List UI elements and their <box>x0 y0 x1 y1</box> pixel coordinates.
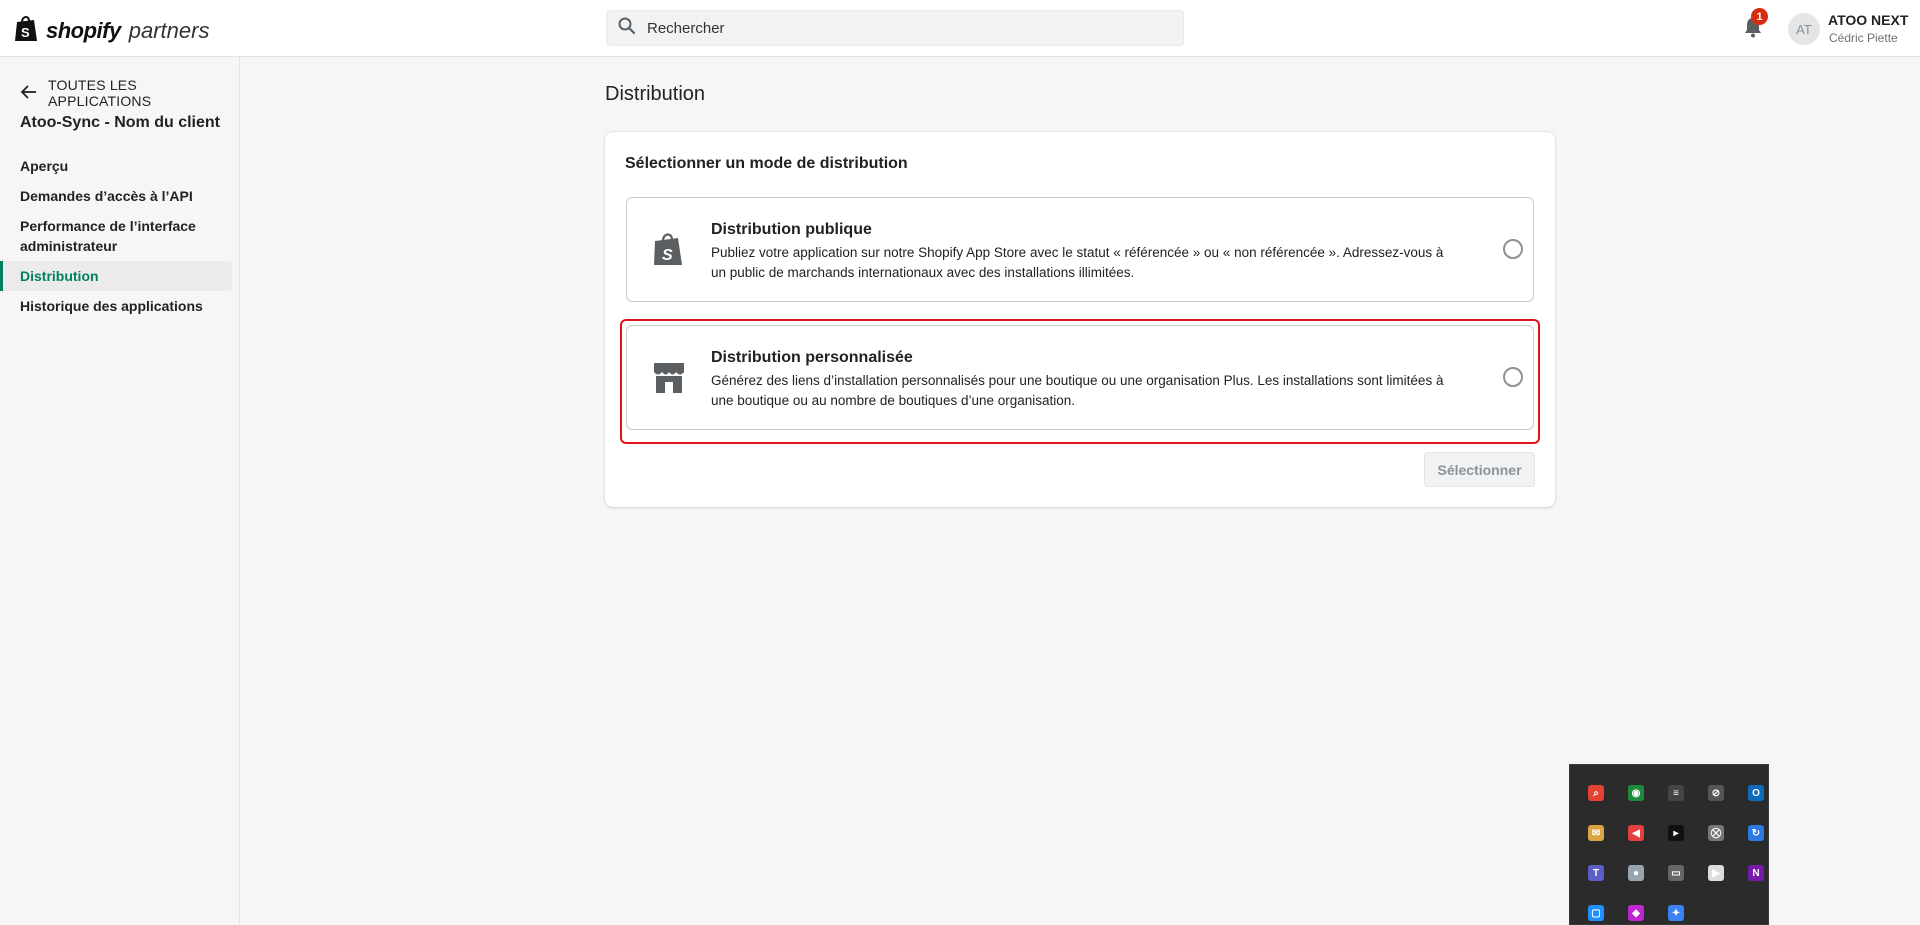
system-tray-overflow: ⌕ ◉ ≡ ⊘ O ✉ ◀ ▸ ⛒ ↻ T ● ▭ ▶ N ▢ ◆ ✦ <box>1569 764 1769 925</box>
sidebar-item-label: Aperçu <box>20 158 69 174</box>
option-description: Publiez votre application sur notre Shop… <box>711 245 1444 280</box>
tray-item[interactable]: ◆ <box>1616 893 1656 925</box>
tray-item[interactable]: ◀ <box>1616 813 1656 853</box>
option-public-distribution[interactable]: S Distribution publique Publiez votre ap… <box>626 197 1534 302</box>
tray-item[interactable]: ✦ <box>1656 893 1696 925</box>
sidebar-item-label: Demandes d’accès à l’API <box>20 188 193 204</box>
tray-item[interactable]: ⊘ <box>1696 773 1736 813</box>
notification-badge: 1 <box>1751 8 1768 25</box>
top-bar: S shopify partners 1 AT ATOO NEXT Cédric… <box>0 0 1920 57</box>
audio-app-icon: ◀ <box>1628 825 1644 841</box>
tray-item[interactable]: ↻ <box>1736 813 1776 853</box>
sidebar-item-distribution[interactable]: Distribution <box>0 261 232 291</box>
svg-text:S: S <box>662 247 673 264</box>
search-input[interactable] <box>647 19 1147 37</box>
teams-icon: T <box>1588 865 1604 881</box>
tray-item[interactable]: ▭ <box>1656 853 1696 893</box>
tray-item[interactable]: O <box>1736 773 1776 813</box>
select-button[interactable]: Sélectionner <box>1424 452 1535 487</box>
tray-item[interactable]: T <box>1576 853 1616 893</box>
tray-item[interactable]: ⛒ <box>1696 813 1736 853</box>
shopify-bag-icon: S <box>14 14 40 48</box>
tray-item[interactable]: N <box>1736 853 1776 893</box>
sync-icon: ↻ <box>1748 825 1764 841</box>
avatar[interactable]: AT <box>1788 13 1820 45</box>
svg-text:S: S <box>21 25 30 40</box>
app-name: Atoo-Sync - Nom du client <box>20 114 220 131</box>
bell-icon <box>1742 18 1764 42</box>
display-icon: ▭ <box>1668 865 1684 881</box>
card-title: Sélectionner un mode de distribution <box>625 155 908 172</box>
onenote-icon: N <box>1748 865 1764 881</box>
network-icon: ⛒ <box>1708 825 1724 841</box>
search-bar[interactable] <box>606 10 1184 46</box>
steam-icon: ● <box>1628 865 1644 881</box>
list-app-icon: ≡ <box>1668 785 1684 801</box>
option-title: Distribution publique <box>711 221 872 238</box>
window-app-icon: ▢ <box>1588 905 1604 921</box>
mail-icon: ✉ <box>1588 825 1604 841</box>
eye-off-icon: ⊘ <box>1708 785 1724 801</box>
tray-item[interactable]: ≡ <box>1656 773 1696 813</box>
shopping-bag-icon: S <box>651 230 687 268</box>
back-label: TOUTES LES APPLICATIONS <box>48 77 152 109</box>
search-app-icon: ⌕ <box>1588 785 1604 801</box>
sidebar: TOUTES LES APPLICATIONS Atoo-Sync - Nom … <box>0 57 240 925</box>
media-play-icon: ▶ <box>1708 865 1724 881</box>
sidebar-item-apercu[interactable]: Aperçu <box>0 151 232 181</box>
distribution-card: Sélectionner un mode de distribution S D… <box>605 132 1555 507</box>
tray-icon-grid: ⌕ ◉ ≡ ⊘ O ✉ ◀ ▸ ⛒ ↻ T ● ▭ ▶ N ▢ ◆ ✦ <box>1576 773 1776 925</box>
highlight-annotation <box>620 319 1540 444</box>
logo-suffix: partners <box>128 18 210 43</box>
sidebar-item-admin-performance[interactable]: Performance de l’interface administrateu… <box>0 211 232 261</box>
copilot-icon: ✦ <box>1668 905 1684 921</box>
account-name[interactable]: ATOO NEXT <box>1828 12 1908 28</box>
outlook-icon: O <box>1748 785 1764 801</box>
tray-item[interactable]: ✉ <box>1576 813 1616 853</box>
logo-brand: shopify <box>46 18 121 43</box>
diamond-app-icon: ◆ <box>1628 905 1644 921</box>
terminal-app-icon: ▸ <box>1668 825 1684 841</box>
tray-item[interactable]: ◉ <box>1616 773 1656 813</box>
shopify-partners-logo[interactable]: S shopify partners <box>14 14 209 48</box>
radio-public-distribution[interactable] <box>1503 239 1523 259</box>
tray-item[interactable]: ▶ <box>1696 853 1736 893</box>
page-title: Distribution <box>605 83 706 105</box>
sidebar-item-api-access[interactable]: Demandes d’accès à l’API <box>0 181 232 211</box>
back-to-apps-link[interactable]: TOUTES LES APPLICATIONS <box>20 77 239 109</box>
arrow-left-icon <box>20 83 38 104</box>
tray-item[interactable]: ⌕ <box>1576 773 1616 813</box>
sidebar-item-label: Performance de l’interface administrateu… <box>20 218 196 254</box>
tray-item[interactable]: ● <box>1616 853 1656 893</box>
sidebar-nav: Aperçu Demandes d’accès à l’API Performa… <box>0 151 232 321</box>
tray-item[interactable]: ▢ <box>1576 893 1616 925</box>
sidebar-item-label: Historique des applications <box>20 298 203 314</box>
sidebar-item-app-history[interactable]: Historique des applications <box>0 291 232 321</box>
tray-item[interactable]: ▸ <box>1656 813 1696 853</box>
account-user: Cédric Piette <box>1829 31 1898 45</box>
shield-icon: ◉ <box>1628 785 1644 801</box>
sidebar-item-label: Distribution <box>20 268 99 284</box>
search-icon <box>617 16 637 41</box>
